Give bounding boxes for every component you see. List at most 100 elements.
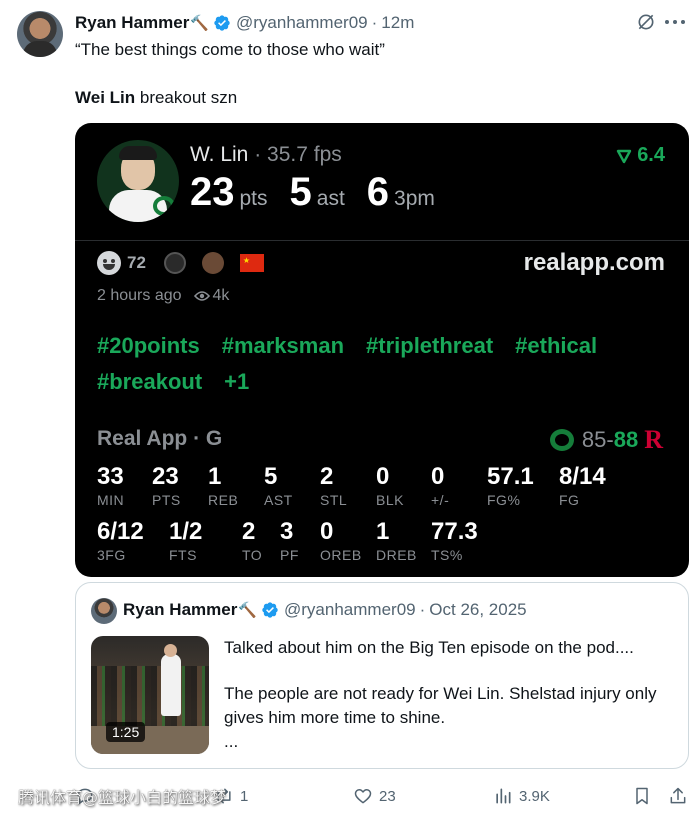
box-cell: 1/2 FTS bbox=[169, 518, 202, 563]
like-button[interactable]: 23 bbox=[353, 786, 396, 806]
reactor-avatar[interactable] bbox=[201, 252, 224, 274]
box-value: 0 bbox=[320, 518, 334, 545]
stat-value: 6 bbox=[366, 170, 390, 214]
box-cell: 6/12 3FG bbox=[97, 518, 144, 563]
home-score: 85 bbox=[581, 427, 607, 452]
hashtag[interactable]: #breakout bbox=[97, 369, 202, 395]
player-name: W. Lin bbox=[190, 143, 249, 166]
time-ago: 2 hours ago bbox=[97, 287, 182, 304]
hashtag[interactable]: #triplethreat bbox=[366, 333, 493, 359]
box-value: 0 bbox=[376, 463, 390, 490]
box-cell: 0 OREB bbox=[320, 518, 362, 563]
box-key: OREB bbox=[320, 547, 362, 563]
box-value: 1/2 bbox=[169, 518, 203, 545]
verified-badge-icon bbox=[214, 15, 230, 31]
player-photo bbox=[97, 140, 179, 222]
video-duration: 1:25 bbox=[106, 722, 146, 742]
hashtag[interactable]: #20points bbox=[97, 333, 200, 359]
quoted-text-p1: Talked about him on the Big Ten episode … bbox=[224, 638, 634, 657]
bookmark-icon bbox=[636, 787, 648, 805]
reactor-avatar[interactable] bbox=[163, 252, 186, 274]
box-cell: 57.1 FG% bbox=[487, 463, 534, 508]
box-key: FG bbox=[559, 492, 580, 508]
stat-card[interactable]: W. Lin · 35.7 fps 23 pts 5 ast 6 3pm 6.4 72… bbox=[75, 123, 689, 577]
stat-unit: pts bbox=[239, 187, 268, 210]
quoted-tweet[interactable]: Ryan Hammer 🔨 @ryanhammer09 · Oct 26, 20… bbox=[75, 582, 689, 769]
box-value: 57.1 bbox=[487, 463, 534, 490]
more-options-icon[interactable] bbox=[665, 20, 685, 26]
share-icon bbox=[670, 787, 686, 804]
rating-badge: 6.4 bbox=[616, 144, 665, 167]
quoted-tweet-text: Talked about him on the Big Ten episode … bbox=[224, 636, 674, 754]
stat-value: 5 bbox=[289, 170, 312, 214]
rating-arrow-icon bbox=[616, 149, 632, 163]
box-key: DREB bbox=[376, 547, 417, 563]
box-cell: 2 STL bbox=[320, 463, 347, 508]
box-key: MIN bbox=[97, 492, 125, 508]
box-cell: 1 DREB bbox=[376, 518, 417, 563]
grok-icon[interactable] bbox=[636, 12, 656, 32]
box-value: 1 bbox=[376, 518, 390, 545]
tweet-text-rest: breakout szn bbox=[135, 88, 238, 107]
score-separator: - bbox=[606, 427, 614, 452]
game-title: Real App · G bbox=[97, 427, 223, 450]
rutgers-logo-icon: R bbox=[644, 425, 663, 454]
hammer-emoji: 🔨 bbox=[190, 15, 210, 32]
separator-dot: · bbox=[371, 13, 378, 32]
box-key: REB bbox=[208, 492, 239, 508]
video-thumbnail[interactable]: 1:25 bbox=[91, 636, 209, 754]
stat-unit: ast bbox=[316, 187, 345, 210]
card-divider bbox=[75, 240, 689, 241]
box-value: 6/12 bbox=[97, 518, 144, 545]
headline-stats: 23 pts 5 ast 6 3pm bbox=[190, 170, 457, 215]
box-value: 2 bbox=[242, 518, 256, 545]
player-fps: · 35.7 fps bbox=[248, 143, 342, 166]
box-cell: 3 PF bbox=[280, 518, 299, 563]
box-key: BLK bbox=[376, 492, 404, 508]
box-value: 2 bbox=[320, 463, 334, 490]
bookmark-button[interactable] bbox=[632, 786, 658, 806]
tweet-time[interactable]: 12m bbox=[381, 13, 414, 33]
eye-icon bbox=[193, 291, 210, 301]
box-cell: 77.3 TS% bbox=[431, 518, 478, 563]
box-value: 1 bbox=[208, 463, 222, 490]
retweet-count: 1 bbox=[240, 787, 249, 805]
box-key: 3FG bbox=[97, 547, 126, 563]
quoted-text-p2: The people are not ready for Wei Lin. Sh… bbox=[224, 684, 662, 727]
views-button[interactable]: 3.9K bbox=[493, 786, 550, 806]
box-cell: 2 TO bbox=[242, 518, 262, 563]
quoted-author-name[interactable]: Ryan Hammer bbox=[123, 600, 237, 620]
heart-icon bbox=[354, 789, 372, 804]
box-key: TS% bbox=[431, 547, 463, 563]
author-avatar[interactable] bbox=[17, 11, 63, 57]
tweet-text-line1: “The best things come to those who wait” bbox=[75, 40, 385, 59]
more-hashtags[interactable]: +1 bbox=[224, 369, 249, 395]
oregon-logo-icon bbox=[549, 429, 574, 451]
tweet-header: Ryan Hammer 🔨 @ryanhammer09 · 12m bbox=[75, 12, 414, 34]
hashtag[interactable]: #ethical bbox=[515, 333, 597, 359]
box-cell: 0 BLK bbox=[376, 463, 404, 508]
site-name[interactable]: realapp.com bbox=[524, 249, 665, 277]
author-name[interactable]: Ryan Hammer bbox=[75, 13, 189, 33]
reactions-row[interactable]: 72 ★ bbox=[97, 251, 264, 275]
quoted-tweet-header: Ryan Hammer 🔨 @ryanhammer09 · Oct 26, 20… bbox=[123, 600, 527, 620]
box-value: 5 bbox=[264, 463, 278, 490]
box-key: PF bbox=[280, 547, 299, 563]
share-button[interactable] bbox=[668, 786, 694, 806]
box-value: 77.3 bbox=[431, 518, 478, 545]
quoted-tweet-date[interactable]: Oct 26, 2025 bbox=[429, 600, 526, 620]
smiley-reaction-icon[interactable] bbox=[97, 251, 121, 275]
box-cell: 23 PTS bbox=[152, 463, 181, 508]
quoted-author-avatar[interactable] bbox=[91, 598, 117, 624]
hashtag[interactable]: #marksman bbox=[222, 333, 344, 359]
author-handle[interactable]: @ryanhammer09 bbox=[236, 13, 368, 33]
like-count: 23 bbox=[379, 787, 396, 805]
quoted-author-handle[interactable]: @ryanhammer09 bbox=[284, 600, 416, 620]
away-score: 88 bbox=[613, 427, 639, 452]
quoted-text-p3: ... bbox=[224, 732, 239, 751]
box-key: TO bbox=[242, 547, 263, 563]
china-flag-icon: ★ bbox=[239, 254, 264, 272]
box-value: 3 bbox=[280, 518, 294, 545]
views-count: 3.9K bbox=[519, 787, 550, 805]
box-key: FG% bbox=[487, 492, 521, 508]
